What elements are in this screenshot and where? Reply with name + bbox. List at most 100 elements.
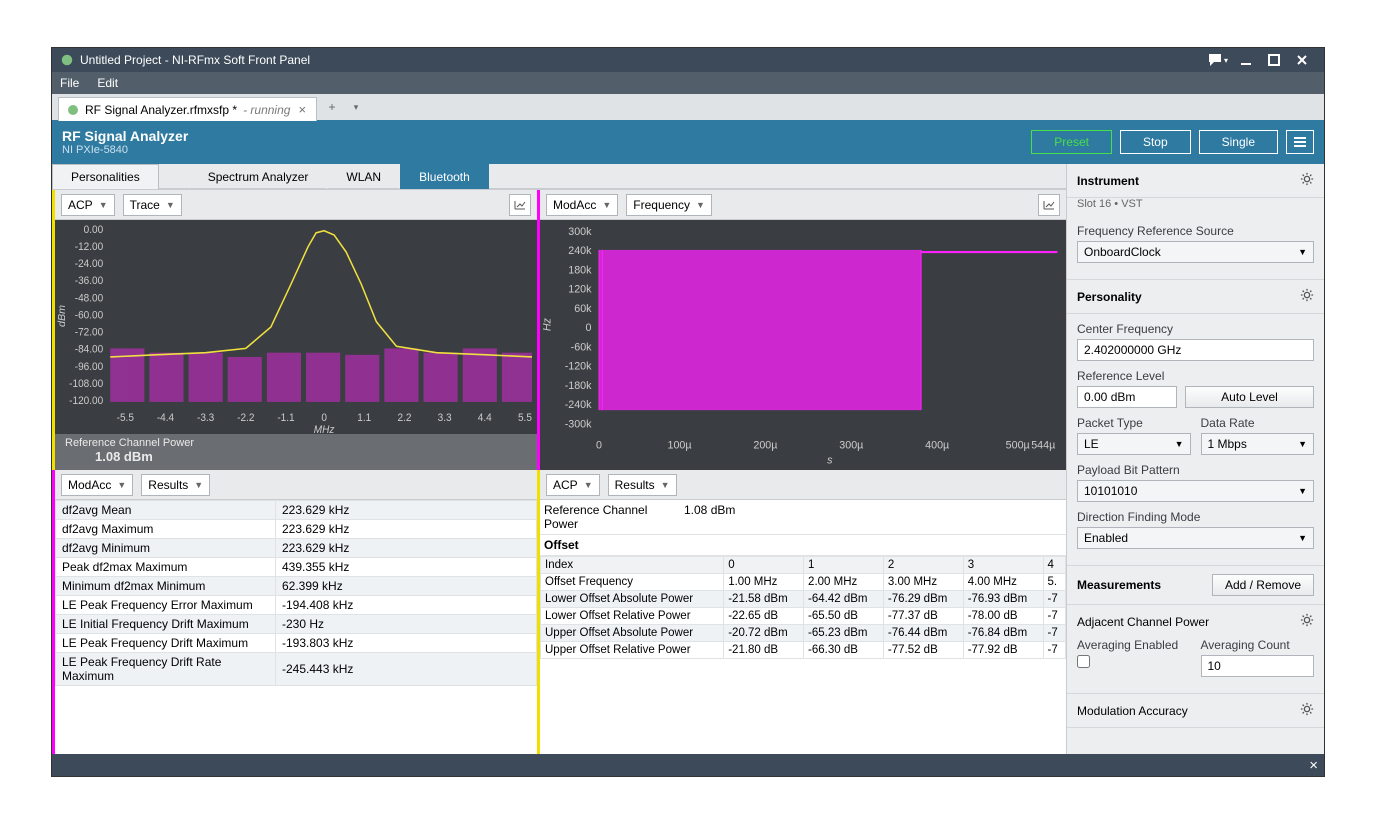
svg-text:-36.00: -36.00: [75, 276, 104, 287]
chart-icon[interactable]: [509, 194, 531, 216]
doc-tab-status: - running: [243, 103, 290, 117]
svg-text:0: 0: [321, 413, 327, 424]
svg-text:dBm: dBm: [57, 305, 68, 327]
payload-bit-pattern-dropdown[interactable]: 10101010▼: [1077, 480, 1314, 502]
gear-icon[interactable]: [1300, 702, 1314, 719]
add-remove-button[interactable]: Add / Remove: [1212, 574, 1314, 596]
table-row: Offset Frequency1.00 MHz2.00 MHz3.00 MHz…: [541, 574, 1066, 591]
menubar: File Edit: [52, 72, 1324, 94]
svg-text:-60.00: -60.00: [75, 310, 104, 321]
center-frequency-input[interactable]: [1077, 339, 1314, 361]
modacc-results-type-dropdown[interactable]: ModAcc▼: [61, 474, 133, 496]
modacc-results-view-dropdown[interactable]: Results▼: [141, 474, 210, 496]
table-row: Lower Offset Absolute Power-21.58 dBm-64…: [541, 591, 1066, 608]
page-title: RF Signal Analyzer: [62, 128, 1023, 144]
averaging-count-input[interactable]: [1201, 655, 1315, 677]
table-row: Upper Offset Absolute Power-20.72 dBm-65…: [541, 625, 1066, 642]
minimize-button[interactable]: [1232, 51, 1260, 69]
panel-modacc-results: ModAcc▼ Results▼ df2avg Mean223.629 kHzd…: [52, 470, 537, 754]
svg-text:240k: 240k: [568, 245, 592, 257]
acp-view-dropdown[interactable]: Trace▼: [123, 194, 182, 216]
acp-type-dropdown[interactable]: ACP▼: [61, 194, 115, 216]
doc-tab-icon: [67, 104, 79, 116]
modacc-plot[interactable]: 300k 240k 180k 120k 60k 0 -60k -120k -18…: [540, 220, 1066, 470]
sb-instrument-header: Instrument: [1067, 164, 1324, 198]
svg-text:Hz: Hz: [542, 317, 554, 331]
acp-results-view-dropdown[interactable]: Results▼: [608, 474, 677, 496]
data-rate-dropdown[interactable]: 1 Mbps▼: [1201, 433, 1315, 455]
svg-text:-12.00: -12.00: [75, 242, 104, 253]
svg-text:-2.2: -2.2: [237, 413, 255, 424]
auto-level-button[interactable]: Auto Level: [1185, 386, 1314, 408]
svg-text:0.00: 0.00: [84, 225, 104, 236]
table-row: LE Peak Frequency Error Maximum-194.408 …: [56, 596, 537, 615]
table-row: df2avg Maximum223.629 kHz: [56, 520, 537, 539]
modacc-type-dropdown[interactable]: ModAcc▼: [546, 194, 618, 216]
svg-text:-24.00: -24.00: [75, 259, 104, 270]
acp-plot[interactable]: 0.00 -12.00 -24.00 -36.00 -48.00 -60.00 …: [55, 220, 537, 434]
reference-level-input[interactable]: [1077, 386, 1177, 408]
stop-button[interactable]: Stop: [1120, 130, 1191, 154]
header-menu-icon[interactable]: [1286, 130, 1314, 154]
tab-spectrum-analyzer[interactable]: Spectrum Analyzer: [189, 164, 328, 189]
packet-type-dropdown[interactable]: LE▼: [1077, 433, 1191, 455]
chart-icon[interactable]: [1038, 194, 1060, 216]
direction-finding-mode-dropdown[interactable]: Enabled▼: [1077, 527, 1314, 549]
svg-text:300k: 300k: [568, 226, 592, 238]
svg-text:500µ: 500µ: [1006, 440, 1030, 452]
maximize-button[interactable]: [1260, 51, 1288, 69]
svg-text:3.3: 3.3: [438, 413, 452, 424]
svg-text:100µ: 100µ: [668, 440, 692, 452]
modacc-results-table: df2avg Mean223.629 kHzdf2avg Maximum223.…: [55, 500, 537, 754]
app-icon: [60, 53, 74, 67]
acp-results-table: Reference Channel Power1.08 dBm Offset I…: [540, 500, 1066, 754]
panel-acp-results: ACP▼ Results▼ Reference Channel Power1.0…: [537, 470, 1066, 754]
tab-personalities[interactable]: Personalities: [52, 164, 159, 189]
menu-edit[interactable]: Edit: [97, 76, 118, 90]
acp-label: Adjacent Channel Power: [1077, 615, 1209, 629]
table-row: df2avg Minimum223.629 kHz: [56, 539, 537, 558]
titlebar-text: Untitled Project - NI-RFmx Soft Front Pa…: [80, 53, 1204, 67]
averaging-enabled-checkbox[interactable]: [1077, 655, 1090, 668]
table-row: LE Initial Frequency Drift Maximum-230 H…: [56, 615, 537, 634]
gear-icon[interactable]: [1300, 172, 1314, 189]
table-row: LE Peak Frequency Drift Maximum-193.803 …: [56, 634, 537, 653]
svg-text:-96.00: -96.00: [75, 362, 104, 373]
svg-text:0: 0: [596, 440, 602, 452]
tab-menu-caret[interactable]: ▾: [347, 98, 365, 116]
close-button[interactable]: [1288, 51, 1316, 69]
modacc-view-dropdown[interactable]: Frequency▼: [626, 194, 712, 216]
svg-text:5.5: 5.5: [518, 413, 532, 424]
svg-text:-180k: -180k: [565, 380, 592, 392]
single-button[interactable]: Single: [1199, 130, 1278, 154]
statusbar-close-icon[interactable]: ×: [1309, 757, 1318, 774]
gear-icon[interactable]: [1300, 288, 1314, 305]
svg-text:300µ: 300µ: [839, 440, 863, 452]
doc-tab-name: RF Signal Analyzer.rfmxsfp *: [85, 103, 237, 117]
doc-tab-close[interactable]: ×: [296, 102, 308, 117]
statusbar: ×: [52, 754, 1324, 776]
svg-text:-1.1: -1.1: [277, 413, 295, 424]
svg-text:-108.00: -108.00: [69, 379, 103, 390]
menu-file[interactable]: File: [60, 76, 79, 90]
add-tab-button[interactable]: +: [323, 98, 341, 116]
panel-modacc-frequency: ModAcc▼ Frequency▼ 300k 240k 180k: [537, 190, 1066, 470]
modacc-label: Modulation Accuracy: [1077, 704, 1188, 718]
gear-icon[interactable]: [1300, 613, 1314, 630]
acp-results-type-dropdown[interactable]: ACP▼: [546, 474, 600, 496]
svg-text:200µ: 200µ: [753, 440, 777, 452]
doc-tab[interactable]: RF Signal Analyzer.rfmxsfp * - running ×: [58, 97, 317, 121]
chat-icon[interactable]: ▾: [1204, 51, 1232, 69]
tab-wlan[interactable]: WLAN: [327, 164, 400, 189]
acp-plot-footer: Reference Channel Power 1.08 dBm: [55, 434, 537, 470]
freq-ref-source-dropdown[interactable]: OnboardClock▼: [1077, 241, 1314, 263]
tab-bluetooth[interactable]: Bluetooth: [400, 164, 489, 189]
table-row: LE Peak Frequency Drift Rate Maximum-245…: [56, 653, 537, 686]
sb-personality-header: Personality: [1067, 280, 1324, 314]
svg-text:60k: 60k: [574, 303, 592, 315]
svg-text:-48.00: -48.00: [75, 293, 104, 304]
preset-button[interactable]: Preset: [1031, 130, 1112, 154]
svg-text:-60k: -60k: [571, 341, 592, 353]
sidebar[interactable]: Instrument Slot 16 • VST Frequency Refer…: [1066, 164, 1324, 754]
svg-text:-5.5: -5.5: [117, 413, 135, 424]
